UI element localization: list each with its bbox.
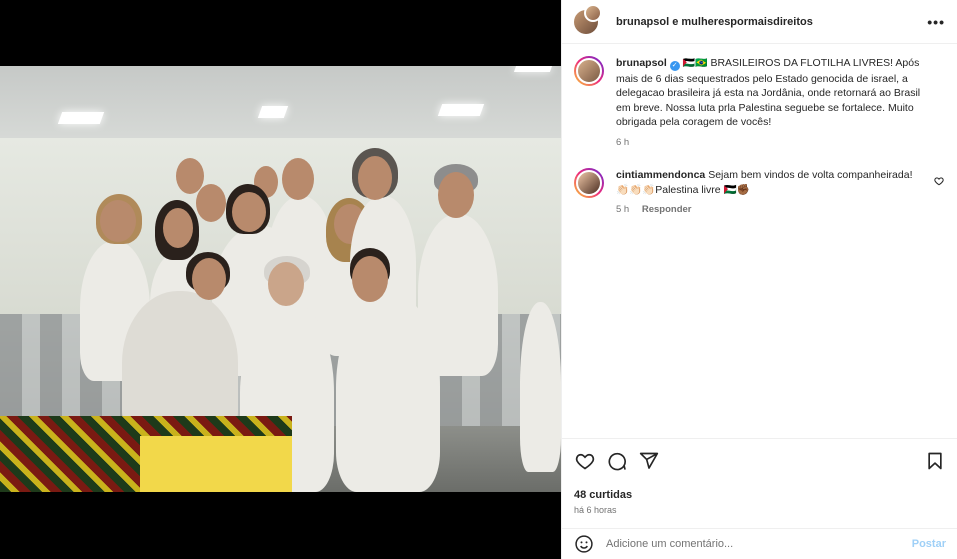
- coauthor-avatar[interactable]: [584, 3, 602, 22]
- person-head: [438, 172, 474, 218]
- ceiling-light: [57, 112, 105, 124]
- comment-text: Sejam bem vindos de volta companheirada!: [708, 169, 913, 181]
- verified-icon: ✓: [669, 61, 680, 71]
- emoji-icon[interactable]: [574, 534, 594, 554]
- caption-username[interactable]: brunapsol: [616, 57, 667, 69]
- comments-list[interactable]: brunapsol ✓ 🇵🇸🇧🇷 BRASILEIROS DA FLOTILHA…: [562, 44, 957, 438]
- reply-button[interactable]: Responder: [642, 204, 692, 215]
- post-media[interactable]: 👤: [0, 0, 561, 559]
- ceiling-light: [437, 104, 485, 116]
- person-head: [192, 258, 226, 300]
- person-head: [100, 200, 136, 242]
- caption-meta: 6 h: [616, 136, 932, 151]
- likes-count[interactable]: 48 curtidas: [574, 489, 946, 501]
- add-comment-bar: Postar: [562, 528, 957, 559]
- post-time[interactable]: há 6 horas: [574, 505, 946, 515]
- person-head: [232, 192, 266, 232]
- person-head: [163, 208, 193, 248]
- flags-emoji: 🇵🇸🇧🇷: [682, 58, 708, 69]
- avatar: [576, 170, 602, 196]
- share-icon[interactable]: [638, 450, 660, 472]
- person: [520, 302, 561, 472]
- person-head: [282, 158, 314, 200]
- caption-time[interactable]: 6 h: [616, 137, 629, 148]
- comment-icon[interactable]: [606, 450, 628, 472]
- post-side-panel: brunapsol e mulherespormaisdireitos ••• …: [561, 0, 957, 559]
- comment-like-icon[interactable]: [934, 176, 944, 189]
- person: [336, 292, 440, 492]
- photo-ceiling: [0, 66, 561, 138]
- like-icon[interactable]: [574, 450, 596, 472]
- comment-body: cintiammendonca Sejam bem vindos de volt…: [616, 168, 946, 218]
- post-header: brunapsol e mulherespormaisdireitos •••: [562, 0, 957, 44]
- table-yellow-cloth: [140, 436, 292, 492]
- caption-avatar[interactable]: [574, 56, 604, 86]
- instagram-post-view: 👤 brunapsol e mulherespormaisdireitos ••…: [0, 0, 957, 559]
- caption-body: brunapsol ✓ 🇵🇸🇧🇷 BRASILEIROS DA FLOTILHA…: [616, 56, 946, 150]
- person-head: [268, 262, 304, 306]
- comment-meta: 5 h Responder: [616, 203, 932, 218]
- action-icons: [574, 449, 946, 473]
- comment-username[interactable]: cintiammendonca: [616, 169, 705, 181]
- ceiling-light: [513, 66, 553, 72]
- post-button[interactable]: Postar: [912, 538, 946, 550]
- ceiling-light: [257, 106, 289, 118]
- save-icon[interactable]: [924, 450, 946, 472]
- person-head: [352, 256, 388, 302]
- caption: brunapsol ✓ 🇵🇸🇧🇷 BRASILEIROS DA FLOTILHA…: [574, 56, 946, 150]
- post-photo[interactable]: 👤: [0, 66, 561, 492]
- avatar: [576, 58, 602, 84]
- post-actions: 48 curtidas há 6 horas: [562, 438, 957, 523]
- more-options-icon[interactable]: •••: [927, 14, 945, 30]
- comment-text-emoji: 👏🏻👏🏻👏🏻Palestina livre 🇵🇸✊🏾: [616, 183, 750, 196]
- person-head: [196, 184, 226, 222]
- person-head: [358, 156, 392, 200]
- comment-time[interactable]: 5 h: [616, 204, 629, 215]
- author-avatar[interactable]: [574, 3, 602, 34]
- comment-input[interactable]: [606, 538, 912, 550]
- comment-avatar[interactable]: [574, 168, 604, 198]
- post-authors[interactable]: brunapsol e mulherespormaisdireitos: [616, 16, 927, 28]
- comment-item: cintiammendonca Sejam bem vindos de volt…: [574, 168, 946, 218]
